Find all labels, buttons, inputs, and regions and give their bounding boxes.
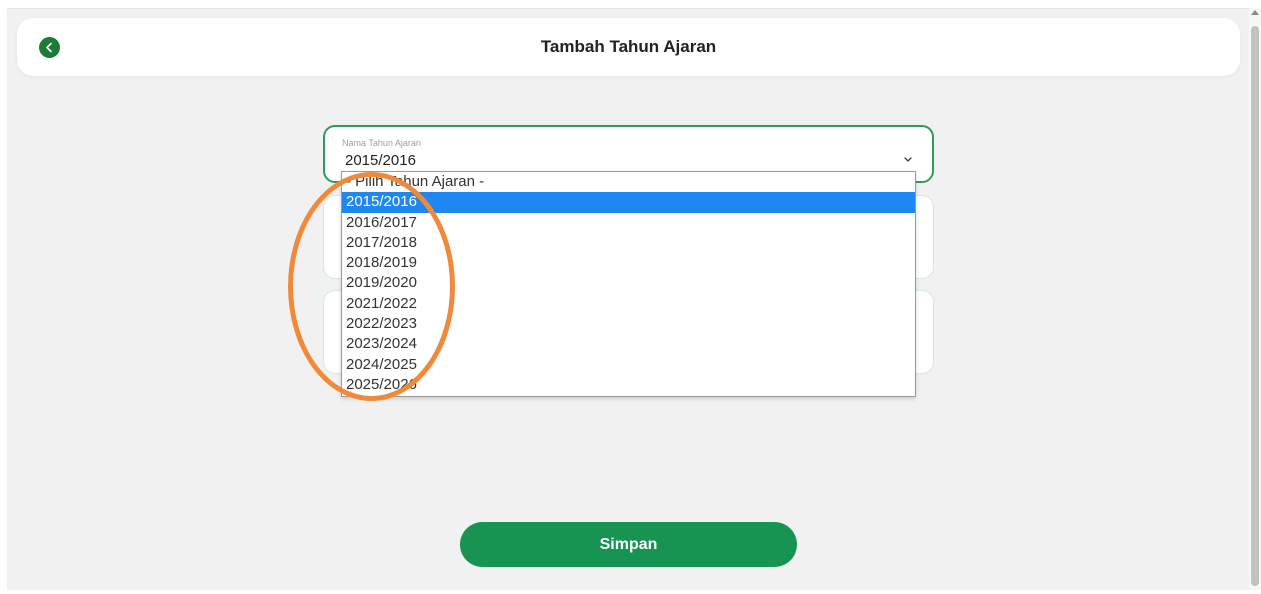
scrollbar-thumb[interactable] (1251, 26, 1259, 586)
dropdown-option[interactable]: 2016/2017 (342, 213, 915, 233)
dropdown-option[interactable]: 2024/2025 (342, 355, 915, 375)
dropdown-option[interactable]: 2021/2022 (342, 294, 915, 314)
scroll-up-arrow-icon[interactable] (1251, 10, 1259, 15)
scrollbar[interactable] (1249, 8, 1261, 590)
dropdown-option[interactable]: 2015/2016 (342, 192, 915, 213)
dropdown-option[interactable]: 2018/2019 (342, 253, 915, 273)
dropdown-option[interactable]: 2017/2018 (342, 233, 915, 253)
dropdown-option[interactable]: 2025/2026 (342, 375, 915, 395)
year-select-value: 2015/2016 (345, 152, 416, 169)
save-button[interactable]: Simpan (460, 522, 797, 567)
dropdown-option[interactable]: 2023/2024 (342, 334, 915, 354)
chevron-down-icon (904, 157, 912, 162)
page-title: Tambah Tahun Ajaran (540, 37, 717, 56)
year-dropdown-list[interactable]: - Pilih Tahun Ajaran -2015/2016 2016/2017… (341, 171, 916, 397)
dropdown-option[interactable]: 2019/2020 (342, 273, 915, 293)
page-viewport: Tambah Tahun Ajaran Nama Tahun Ajaran 20… (7, 8, 1249, 590)
dropdown-option[interactable]: 2022/2023 (342, 314, 915, 334)
year-select-label: Nama Tahun Ajaran (342, 138, 421, 148)
app-header: Tambah Tahun Ajaran (17, 18, 1240, 76)
dropdown-placeholder-option[interactable]: - Pilih Tahun Ajaran - (342, 172, 915, 192)
